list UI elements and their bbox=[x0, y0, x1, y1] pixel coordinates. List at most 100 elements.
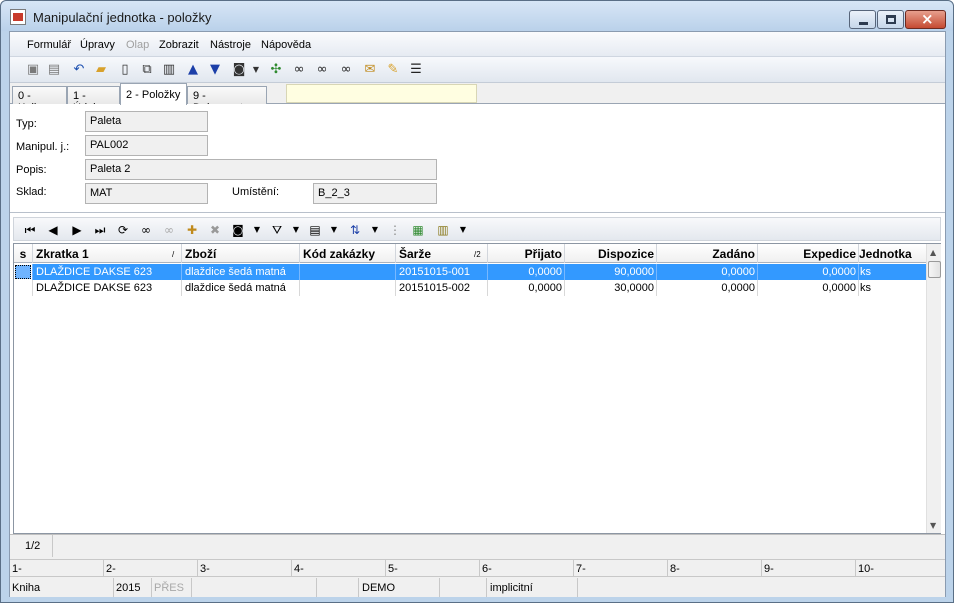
minimize-button[interactable] bbox=[849, 10, 876, 29]
cell-prijato[interactable]: 0,0000 bbox=[488, 264, 565, 280]
menu-upravy[interactable]: Úpravy bbox=[80, 39, 115, 51]
camera-icon[interactable]: ◙ bbox=[231, 62, 247, 78]
open-folder-icon[interactable]: ▰ bbox=[93, 62, 109, 78]
header-zbozi[interactable]: Zboží bbox=[182, 244, 300, 263]
maximize-button[interactable] bbox=[877, 10, 904, 29]
fkey-7[interactable]: 7- bbox=[574, 560, 668, 577]
last-record-icon[interactable]: ⏭ bbox=[92, 222, 108, 238]
sort-icon[interactable]: ⇅ bbox=[347, 222, 363, 238]
cell-dispozice[interactable]: 30,0000 bbox=[565, 280, 657, 296]
tab-dokumenty[interactable]: 9 - Dokumenty bbox=[187, 86, 267, 114]
undo-icon[interactable]: ↶ bbox=[71, 62, 87, 78]
mail-icon[interactable]: ✉ bbox=[362, 62, 378, 78]
fkey-3[interactable]: 3- bbox=[198, 560, 292, 577]
table-row[interactable]: DLAŽDICE DAKSE 623 dlaždice šedá matná 2… bbox=[14, 264, 926, 280]
cell-prijato[interactable]: 0,0000 bbox=[488, 280, 565, 296]
group-icon[interactable]: ⋮ bbox=[387, 222, 403, 238]
row-selector[interactable] bbox=[14, 264, 33, 280]
cell-zkratka[interactable]: DLAŽDICE DAKSE 623 bbox=[33, 264, 182, 280]
prev-record-icon[interactable]: ◀ bbox=[45, 222, 61, 238]
umisteni-field[interactable]: B_2_3 bbox=[313, 183, 437, 204]
binoculars-icon[interactable]: ∞ bbox=[291, 62, 307, 78]
header-zkratka[interactable]: Zkratka 1 / bbox=[33, 244, 182, 263]
header-kod-zakazky[interactable]: Kód zakázky bbox=[300, 244, 396, 263]
cell-sarze[interactable]: 20151015-001 bbox=[396, 264, 488, 280]
tree-icon[interactable]: ✣ bbox=[268, 62, 284, 78]
filter-icon[interactable]: ⛛ bbox=[269, 222, 285, 238]
camera-dropdown-icon[interactable]: ▼ bbox=[249, 222, 265, 238]
manipul-field[interactable]: PAL002 bbox=[85, 135, 208, 156]
cell-expedice[interactable]: 0,0000 bbox=[758, 280, 859, 296]
typ-field[interactable]: Paleta bbox=[85, 111, 208, 132]
close-button[interactable]: × bbox=[905, 10, 946, 29]
next-record-icon[interactable]: ▶ bbox=[69, 222, 85, 238]
cell-zkratka[interactable]: DLAŽDICE DAKSE 623 bbox=[33, 280, 182, 296]
header-dispozice[interactable]: Dispozice bbox=[565, 244, 657, 263]
tab-udaje[interactable]: 1 - Údaje bbox=[67, 86, 120, 114]
cell-zbozi[interactable]: dlaždice šedá matná bbox=[182, 264, 300, 280]
header-s[interactable]: s bbox=[14, 244, 33, 263]
fkey-10[interactable]: 10- bbox=[856, 560, 945, 577]
header-prijato[interactable]: Přijato bbox=[488, 244, 565, 263]
columns-dropdown-icon[interactable]: ▼ bbox=[326, 222, 342, 238]
row-selector[interactable] bbox=[14, 280, 33, 296]
cell-dispozice[interactable]: 90,0000 bbox=[565, 264, 657, 280]
filter-dropdown-icon[interactable]: ▼ bbox=[288, 222, 304, 238]
fkey-9[interactable]: 9- bbox=[762, 560, 856, 577]
scroll-thumb[interactable] bbox=[928, 261, 941, 278]
find-icon[interactable]: ∞ bbox=[138, 222, 154, 238]
fkey-5[interactable]: 5- bbox=[386, 560, 480, 577]
header-jednotka[interactable]: Jednotka bbox=[859, 244, 926, 263]
sklad-field[interactable]: MAT bbox=[85, 183, 208, 204]
cell-kod-zakazky[interactable] bbox=[300, 280, 396, 296]
menu-zobrazit[interactable]: Zobrazit bbox=[159, 39, 199, 51]
fkey-8[interactable]: 8- bbox=[668, 560, 762, 577]
copy-icon[interactable]: ⧉ bbox=[139, 62, 155, 78]
menu-lines-icon[interactable]: ☰ bbox=[408, 62, 424, 78]
tab-kniha[interactable]: 0 - Kniha bbox=[12, 86, 67, 114]
header-zadano[interactable]: Zadáno bbox=[657, 244, 758, 263]
fkey-6[interactable]: 6- bbox=[480, 560, 574, 577]
report-icon[interactable]: ▥ bbox=[435, 222, 451, 238]
scroll-up-icon[interactable]: ▲ bbox=[930, 248, 936, 257]
menu-napoveda[interactable]: Nápověda bbox=[261, 39, 311, 51]
edit-folder-icon[interactable]: ✎ bbox=[385, 62, 401, 78]
dropdown-arrow-icon[interactable]: ▼ bbox=[251, 62, 261, 78]
cell-kod-zakazky[interactable] bbox=[300, 264, 396, 280]
app-icon[interactable] bbox=[10, 9, 26, 25]
fkey-1[interactable]: 1- bbox=[10, 560, 104, 577]
new-document-icon[interactable]: ▯ bbox=[117, 62, 133, 78]
first-record-icon[interactable]: ⏮ bbox=[22, 222, 38, 238]
fkey-4[interactable]: 4- bbox=[292, 560, 386, 577]
add-row-icon[interactable]: ✚ bbox=[184, 222, 200, 238]
report-dropdown-icon[interactable]: ▼ bbox=[455, 222, 471, 238]
cell-jednotka[interactable]: ks bbox=[859, 280, 926, 296]
menu-olap[interactable]: Olap bbox=[126, 39, 149, 51]
fkey-2[interactable]: 2- bbox=[104, 560, 198, 577]
find-next-icon[interactable]: ∞ bbox=[161, 222, 177, 238]
delete-row-icon[interactable]: ✖ bbox=[207, 222, 223, 238]
cell-zbozi[interactable]: dlaždice šedá matná bbox=[182, 280, 300, 296]
columns-icon[interactable]: ▤ bbox=[307, 222, 323, 238]
binoculars-prev-icon[interactable]: ∞ bbox=[314, 62, 330, 78]
title-bar[interactable]: Manipulační jednotka - položky × bbox=[1, 1, 953, 31]
cell-sarze[interactable]: 20151015-002 bbox=[396, 280, 488, 296]
popis-field[interactable]: Paleta 2 bbox=[85, 159, 437, 180]
arrow-down-icon[interactable]: ▼ bbox=[207, 62, 223, 78]
cell-zadano[interactable]: 0,0000 bbox=[657, 264, 758, 280]
save-icon[interactable]: ▣ bbox=[25, 62, 41, 78]
vertical-scrollbar[interactable]: ▲ ▼ bbox=[926, 244, 941, 533]
header-expedice[interactable]: Expedice bbox=[758, 244, 859, 263]
export-excel-icon[interactable]: ▦ bbox=[410, 222, 426, 238]
cell-zadano[interactable]: 0,0000 bbox=[657, 280, 758, 296]
header-sarze[interactable]: Šarže/2 bbox=[396, 244, 488, 263]
book-icon[interactable]: ▥ bbox=[161, 62, 177, 78]
sort-dropdown-icon[interactable]: ▼ bbox=[367, 222, 383, 238]
tab-polozky[interactable]: 2 - Položky bbox=[120, 83, 187, 105]
menu-formular[interactable]: Formulář bbox=[27, 39, 71, 51]
arrow-up-icon[interactable]: ▲ bbox=[185, 62, 201, 78]
refresh-icon[interactable]: ⟳ bbox=[115, 222, 131, 238]
cell-expedice[interactable]: 0,0000 bbox=[758, 264, 859, 280]
binoculars-next-icon[interactable]: ∞ bbox=[338, 62, 354, 78]
grid-camera-icon[interactable]: ◙ bbox=[230, 222, 246, 238]
